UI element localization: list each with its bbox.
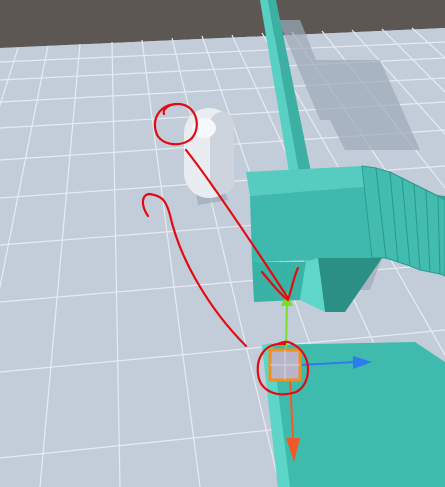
scene-canvas <box>0 0 445 487</box>
player-capsule[interactable] <box>184 108 234 198</box>
scene-viewport[interactable] <box>0 0 445 487</box>
